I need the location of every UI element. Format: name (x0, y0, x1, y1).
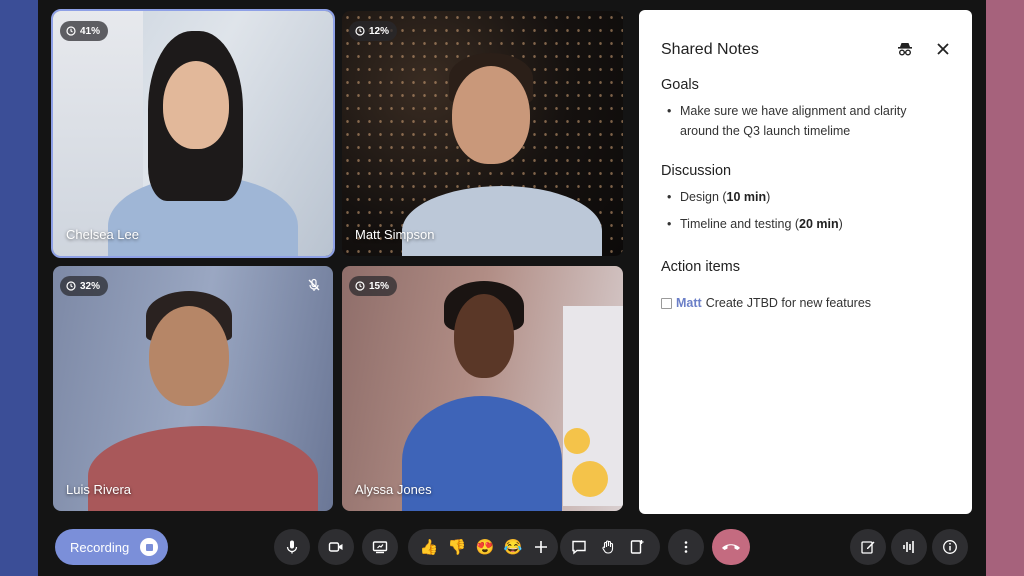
video-tile-alyssa[interactable]: 15% Alyssa Jones (342, 266, 623, 511)
camera-icon (328, 542, 343, 552)
video-feed (342, 11, 623, 256)
goals-heading: Goals (661, 77, 699, 93)
add-reaction-icon[interactable] (532, 538, 550, 556)
participant-name: Luis Rivera (66, 482, 132, 497)
participant-name: Matt Simpson (355, 227, 435, 242)
audio-bars-icon (903, 541, 914, 553)
video-tile-chelsea[interactable]: 41% Chelsea Lee (51, 9, 335, 258)
info-button[interactable] (932, 529, 968, 565)
hang-up-icon (722, 544, 740, 550)
mic-muted-icon (308, 278, 320, 291)
notes-ai-icon[interactable] (628, 538, 646, 556)
recording-label: Recording (70, 539, 130, 555)
discussion-heading: Discussion (661, 163, 732, 179)
audio-levels-button[interactable] (891, 529, 927, 565)
more-vertical-icon (684, 541, 688, 553)
more-options-button[interactable] (668, 529, 704, 565)
stat-value: 32% (80, 280, 101, 292)
end-call-button[interactable] (712, 529, 750, 565)
thumbs-up-reaction[interactable]: 👍 (420, 538, 439, 556)
share-screen-button[interactable] (362, 529, 398, 565)
mic-button[interactable] (274, 529, 310, 565)
thumbs-down-reaction[interactable]: 👎 (448, 538, 467, 556)
reactions-bar: 👍 👎 😍 😂 (408, 529, 558, 565)
chat-icon[interactable] (570, 538, 588, 556)
edit-icon (861, 541, 875, 554)
action-item: Matt Create JTBD for new features (661, 296, 871, 310)
list-item: Timeline and testing (20 min) (667, 215, 939, 235)
video-feed (53, 11, 333, 256)
incognito-icon[interactable] (896, 40, 914, 58)
clock-icon (355, 26, 365, 36)
edit-button[interactable] (850, 529, 886, 565)
clock-icon (66, 281, 76, 291)
call-toolbar: Recording 👍 👎 😍 😂 (38, 527, 986, 567)
stop-recording-icon[interactable] (140, 538, 158, 556)
video-feed (53, 266, 333, 511)
clock-icon (355, 281, 365, 291)
video-tile-luis[interactable]: 32% Luis Rivera (53, 266, 333, 511)
stat-value: 41% (80, 25, 101, 37)
info-icon (943, 540, 957, 554)
mention[interactable]: Matt (676, 296, 702, 310)
stat-badge: 32% (60, 276, 109, 296)
floating-reaction (564, 428, 590, 454)
notes-title: Shared Notes (661, 41, 759, 58)
camera-button[interactable] (318, 529, 354, 565)
participant-name: Chelsea Lee (66, 227, 139, 242)
stat-badge: 41% (60, 21, 109, 41)
action-text: Create JTBD for new features (705, 296, 872, 310)
shared-notes-panel: Shared Notes Goals Make sure we have ali… (639, 10, 972, 514)
heart-eyes-reaction[interactable]: 😍 (476, 538, 495, 556)
action-items-heading: Action items (661, 259, 740, 275)
stat-badge: 12% (349, 21, 398, 41)
engagement-bar (560, 529, 660, 565)
list-item: Make sure we have alignment and clarity … (667, 102, 939, 141)
microphone-icon (286, 540, 298, 554)
raise-hand-icon[interactable] (599, 538, 617, 556)
close-icon[interactable] (934, 40, 952, 58)
action-checkbox[interactable] (661, 297, 672, 309)
recording-button[interactable]: Recording (55, 529, 168, 565)
floating-reaction (572, 461, 608, 497)
laugh-reaction[interactable]: 😂 (504, 538, 523, 556)
clock-icon (66, 26, 76, 36)
stat-badge: 15% (349, 276, 398, 296)
meeting-stage: 41% Chelsea Lee 12% Matt Simpson 32% Lui… (38, 0, 986, 576)
stat-value: 12% (369, 25, 390, 37)
list-item: Design (10 min) (667, 188, 939, 208)
video-feed (342, 266, 623, 511)
stat-value: 15% (369, 280, 390, 292)
video-tile-matt[interactable]: 12% Matt Simpson (342, 11, 623, 256)
screen-share-icon (372, 541, 388, 554)
participant-name: Alyssa Jones (355, 482, 432, 497)
